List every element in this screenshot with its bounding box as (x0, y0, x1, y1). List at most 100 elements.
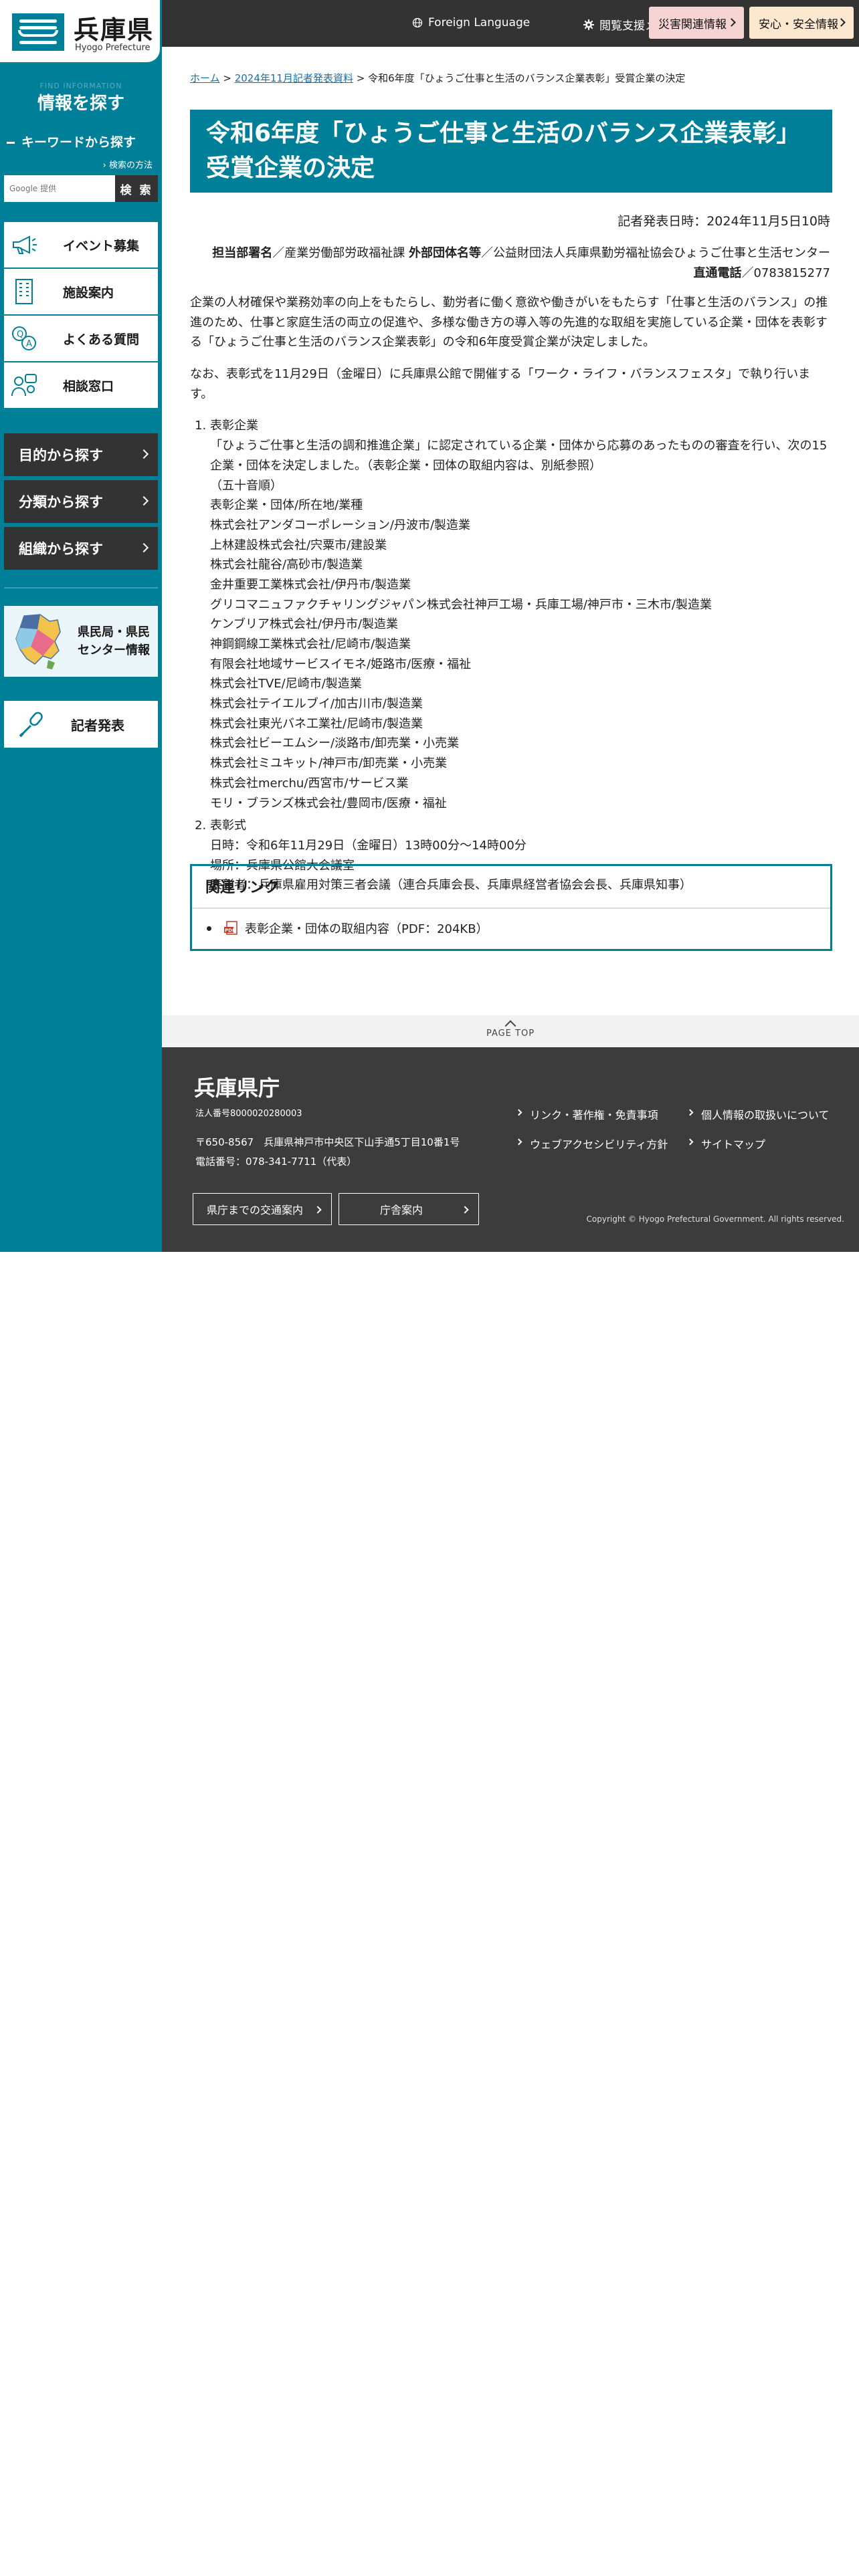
text-line: 株式会社龍谷/高砂市/製造業 (210, 558, 363, 572)
building-guide-button[interactable]: 庁舎案内 (339, 1193, 479, 1225)
quick-link-label: イベント募集 (63, 238, 140, 253)
footer-link-label: リンク・著作権・免責事項 (530, 1109, 658, 1121)
article-list: 表彰企業 「ひょうご仕事と生活の調和推進企業」に認定されている企業・団体から応募… (210, 416, 832, 895)
chevron-right-icon (461, 1206, 469, 1214)
quick-link-label: 施設案内 (63, 285, 114, 300)
quick-link-facility[interactable]: 施設案内 (4, 269, 158, 316)
keyword-search-heading: キーワードから探す (7, 132, 136, 150)
sidebar: 兵庫県 Hyogo Prefecture FIND INFORMATION 情報… (0, 0, 162, 1252)
press-release-banner[interactable]: 記者発表 (4, 701, 158, 748)
press-release-label: 記者発表 (71, 717, 124, 734)
foreign-language-link[interactable]: Foreign Language (412, 16, 530, 29)
awardee-lines: 「ひょうご仕事と生活の調和推進企業」に認定されている企業・団体から応募のあったも… (210, 436, 832, 813)
quick-link-event[interactable]: イベント募集 (4, 222, 158, 269)
footer-link-label: 個人情報の取扱いについて (701, 1109, 830, 1121)
external-org-label: 外部団体名等 (409, 246, 481, 260)
breadcrumb: ホーム > 2024年11月記者発表資料 > 令和6年度「ひょうご仕事と生活のバ… (190, 71, 685, 85)
page-top-button[interactable]: PAGE TOP (162, 1018, 859, 1039)
qa-icon: QA (4, 315, 44, 362)
hyogo-emblem-icon (12, 13, 64, 51)
department-info: 担当部署名／産業労働部労政福祉課 外部団体名等／公益財団法人兵庫県勤労福祉協会ひ… (188, 243, 830, 283)
disaster-info-label: 災害関連情報 (658, 17, 727, 31)
related-link-pdf[interactable]: PDF 表彰企業・団体の取組内容（PDF：204KB） (192, 909, 830, 948)
breadcrumb-separator: > (356, 72, 369, 84)
globe-icon (412, 17, 423, 28)
article-body: 企業の人材確保や業務効率の向上をもたらし、勤労者に働く意欲や働きがいをもたらす「… (190, 293, 832, 898)
text-line: ケンブリア株式会社/伊丹市/製造業 (210, 617, 399, 632)
address-text: 〒650-8567 兵庫県神戸市中央区下山手通5丁目10番1号 (195, 1136, 460, 1148)
text-line: （五十音順） (210, 478, 282, 493)
text-line: 上林建設株式会社/宍粟市/建設業 (210, 538, 387, 552)
disaster-info-button[interactable]: 災害関連情報 (649, 7, 744, 39)
dept-value: ／産業労働部労政福祉課 (272, 246, 409, 260)
breadcrumb-current: 令和6年度「ひょうご仕事と生活のバランス企業表彰」受賞企業の決定 (368, 72, 686, 84)
footer-link-privacy[interactable]: 個人情報の取扱いについて (686, 1106, 830, 1122)
text-line: 金井重要工業株式会社/伊丹市/製造業 (210, 577, 411, 592)
quick-link-label: よくある質問 (63, 332, 140, 347)
regional-center-banner[interactable]: 県民局・県民 センター情報 (4, 606, 158, 677)
phone-label: 直通電話 (693, 265, 742, 280)
consultation-icon (4, 362, 44, 409)
nav-by-category[interactable]: 分類から探す (4, 480, 158, 523)
chevron-right-icon (314, 1206, 322, 1214)
text-line: 株式会社東光バネ工業社/尼崎市/製造業 (210, 716, 423, 731)
gear-icon (583, 19, 594, 30)
site-logo[interactable]: 兵庫県 Hyogo Prefecture (0, 0, 162, 64)
regional-center-label: 県民局・県民 センター情報 (78, 625, 150, 657)
building-guide-label: 庁舎案内 (379, 1204, 423, 1216)
text-line: 株式会社ビーエムシー/淡路市/卸売業・小売業 (210, 736, 460, 751)
bullet (207, 926, 211, 931)
nav-label: 分類から探す (19, 494, 103, 510)
safety-info-button[interactable]: 安心・安全情報 (749, 7, 854, 39)
text-line: 企業・団体を決定しました。（表彰企業・団体の取組内容は、別紙参照） (210, 458, 601, 473)
external-org-value: ／公益財団法人兵庫県勤労福祉協会ひょうご仕事と生活センター (481, 246, 830, 260)
svg-text:PDF: PDF (225, 928, 235, 934)
quick-link-label: 相談窓口 (63, 379, 114, 394)
text-line: 表彰企業・団体/所在地/業種 (210, 498, 363, 513)
pdf-icon: PDF (224, 921, 237, 935)
text-line: グリコマニュファクチャリングジャパン株式会社神戸工場・兵庫工場/神戸市・三木市/… (210, 597, 712, 612)
footer-corp-number: 法人番号8000020280003 (195, 1109, 302, 1119)
text-line: 神鋼鋼線工業株式会社/尼崎市/製造業 (210, 637, 411, 651)
footer-link-copyright[interactable]: リンク・著作権・免責事項 (515, 1106, 658, 1122)
copyright: Copyright © Hyogo Prefectural Government… (586, 1214, 845, 1224)
top-bar: Foreign Language 閲覧支援メニュー 災害関連情報 安心・安全情報 (162, 0, 859, 47)
chevron-right-icon (686, 1138, 694, 1146)
breadcrumb-home[interactable]: ホーム (190, 72, 220, 84)
search-button[interactable]: 検 索 (115, 175, 158, 202)
footer-link-sitemap[interactable]: サイトマップ (686, 1136, 765, 1152)
related-link-label: 表彰企業・団体の取組内容（PDF：204KB） (245, 922, 488, 936)
phone-value: ／0783815277 (741, 265, 830, 280)
related-links-heading: 関連リンク (192, 866, 830, 909)
item-title: 表彰企業 (210, 419, 258, 433)
sidebar-nav: 目的から探す 分類から探す 組織から探す (4, 433, 158, 574)
text-line: 株式会社TVE/尼崎市/製造業 (210, 677, 362, 691)
search-form: 検 索 (4, 175, 158, 202)
logo-title: 兵庫県 (74, 15, 155, 45)
note-paragraph: なお、表彰式を11月29日（金曜日）に兵庫県公館で開催する「ワーク・ライフ・バラ… (190, 367, 811, 401)
chevron-right-icon (727, 18, 736, 27)
svg-text:Q: Q (17, 330, 23, 340)
building-icon (4, 268, 44, 315)
footer-link-label: ウェブアクセシビリティ方針 (530, 1138, 668, 1151)
nav-by-organization[interactable]: 組織から探す (4, 527, 158, 570)
chevron-right-icon (515, 1138, 522, 1146)
text-line: 株式会社テイエルブイ/加古川市/製造業 (210, 697, 423, 712)
breadcrumb-parent[interactable]: 2024年11月記者発表資料 (235, 72, 353, 84)
dept-label: 担当部署名 (212, 246, 273, 260)
chevron-right-icon (138, 449, 149, 459)
search-input[interactable] (4, 175, 115, 202)
related-links: 関連リンク PDF 表彰企業・団体の取組内容（PDF：204KB） (190, 864, 832, 951)
safety-info-label: 安心・安全情報 (759, 17, 838, 31)
quick-link-faq[interactable]: QA よくある質問 (4, 316, 158, 362)
chevron-right-icon (138, 496, 149, 506)
publish-date: 記者発表日時：2024年11月5日10時 (617, 214, 830, 229)
text-line: モリ・ブランズ株式会社/豊岡市/医療・福祉 (210, 796, 447, 811)
quick-link-consultation[interactable]: 相談窓口 (4, 362, 158, 409)
nav-by-purpose[interactable]: 目的から探す (4, 433, 158, 476)
footer-link-label: サイトマップ (701, 1138, 766, 1151)
phone-text: 電話番号：078-341-7711（代表） (195, 1155, 357, 1168)
search-howto-link[interactable]: › 検索の方法 (103, 158, 153, 171)
access-guide-button[interactable]: 県庁までの交通案内 (193, 1193, 332, 1225)
footer-link-accessibility[interactable]: ウェブアクセシビリティ方針 (515, 1136, 668, 1152)
